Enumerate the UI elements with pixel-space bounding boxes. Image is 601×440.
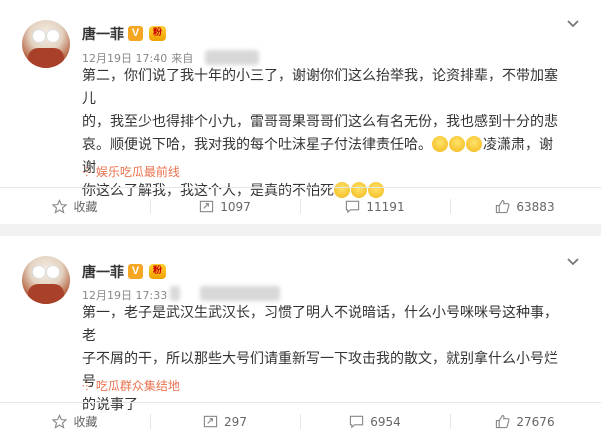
text-line: 第一，老子是武汉生武汉长，习惯了明人不说暗话，什么小号咪咪号这种事，老: [82, 305, 558, 344]
repost-button[interactable]: 297: [150, 403, 300, 440]
author-name[interactable]: 唐一菲: [82, 262, 124, 282]
avatar[interactable]: [22, 256, 70, 304]
like-icon: [496, 199, 510, 214]
action-bar: 收藏 1097 11191 63883: [0, 187, 601, 225]
topic-icon: ⸭: [82, 379, 92, 393]
verified-icon: V: [128, 26, 143, 41]
author-name[interactable]: 唐一菲: [82, 24, 124, 44]
comment-icon: [350, 415, 364, 429]
favorite-button[interactable]: 收藏: [0, 188, 150, 225]
repost-icon: [200, 200, 214, 213]
topic-label: 吃瓜群众集结地: [95, 379, 180, 393]
post-meta: 12月19日 17:33: [82, 287, 167, 303]
comment-count: 11191: [366, 199, 405, 214]
text-line: 的，我至少也得排个小九，雷哥哥果哥哥们这么有名无份，我也感到十分的悲: [82, 114, 558, 130]
like-count: 27676: [516, 414, 555, 429]
repost-count: 1097: [220, 199, 251, 214]
comment-count: 6954: [370, 414, 401, 429]
like-button[interactable]: 27676: [450, 403, 600, 440]
post-time[interactable]: 12月19日 17:33: [82, 289, 167, 302]
post-text: 第二，你们说了我十年的小三了，谢谢你们这么抬举我，论资排辈，不带加塞儿 的，我至…: [82, 65, 566, 203]
action-bar: 收藏 297 6954 27676: [0, 402, 601, 440]
source-prefix: 来自: [171, 52, 194, 65]
text-line: 第二，你们说了我十年的小三了，谢谢你们这么抬举我，论资排辈，不带加塞儿: [82, 68, 558, 107]
like-count: 63883: [516, 199, 555, 214]
chevron-down-icon[interactable]: [566, 17, 580, 31]
topic-icon: ⸭: [82, 165, 92, 179]
blurred-source: [205, 50, 259, 65]
text-line: 哀。顺便说下哈，我对我的每个吐沫星子付法律责任哈。: [82, 137, 432, 153]
post-text: 第一，老子是武汉生武汉长，习惯了明人不说暗话，什么小号咪咪号这种事，老 子不屑的…: [82, 302, 566, 417]
topic-link[interactable]: ⸭ 吃瓜群众集结地: [82, 377, 180, 394]
favorite-label: 收藏: [73, 415, 98, 429]
repost-button[interactable]: 1097: [150, 188, 300, 225]
like-icon: [496, 414, 510, 429]
fan-badge-icon: 粉: [149, 264, 166, 279]
favorite-label: 收藏: [73, 200, 98, 214]
like-button[interactable]: 63883: [450, 188, 600, 225]
weibo-post-2: 唐一菲 V 粉 12月19日 17:33 第一，老子是武汉生武汉长，习惯了明人不…: [0, 236, 601, 440]
repost-count: 297: [224, 414, 247, 429]
fan-badge-icon: 粉: [149, 26, 166, 41]
avatar[interactable]: [22, 20, 70, 68]
topic-link[interactable]: ⸭ 娱乐吃瓜最前线: [82, 163, 180, 180]
blurred-source: [170, 286, 180, 301]
comment-icon: [346, 200, 360, 214]
post-meta: 12月19日 17:40 来自: [82, 50, 193, 66]
laughing-emoji-icon: [432, 136, 448, 152]
post-time[interactable]: 12月19日 17:40: [82, 52, 167, 65]
star-icon: [52, 199, 68, 214]
verified-icon: V: [128, 264, 143, 279]
favorite-button[interactable]: 收藏: [0, 403, 150, 440]
laughing-emoji-icon: [466, 136, 482, 152]
weibo-post-1: 唐一菲 V 粉 12月19日 17:40 来自 第二，你们说了我十年的小三了，谢谢…: [0, 0, 601, 224]
blurred-source: [200, 286, 280, 301]
star-icon: [52, 414, 68, 429]
topic-label: 娱乐吃瓜最前线: [95, 165, 180, 179]
comment-button[interactable]: 11191: [300, 188, 450, 225]
chevron-down-icon[interactable]: [566, 255, 580, 269]
repost-icon: [203, 415, 218, 428]
comment-button[interactable]: 6954: [300, 403, 450, 440]
laughing-emoji-icon: [449, 136, 465, 152]
